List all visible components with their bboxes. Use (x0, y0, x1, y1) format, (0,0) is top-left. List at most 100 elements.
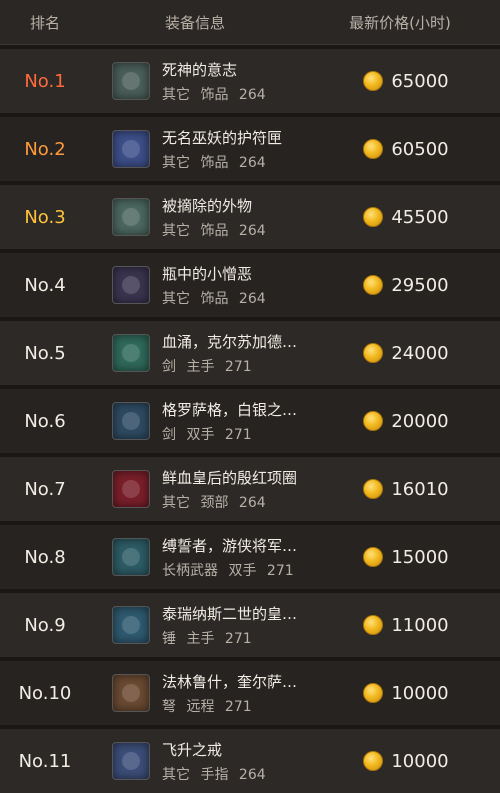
bottle-icon (112, 266, 150, 304)
item-price: 20000 (312, 411, 500, 432)
item-price: 45500 (312, 207, 500, 228)
gold-coin-icon (363, 683, 384, 703)
item-type: 其它 (162, 290, 190, 307)
item-slot: 双手 (228, 562, 257, 579)
item-name: 飞升之戒 (162, 740, 223, 759)
item-price: 15000 (312, 547, 500, 568)
item-info: 格罗萨格，白银之… 剑 双手 271 (162, 399, 312, 444)
rank-label: No.6 (24, 410, 66, 432)
item-slot: 饰品 (200, 154, 229, 171)
item-level: 271 (224, 358, 252, 375)
ranking-row[interactable]: No.11 飞升之戒 其它 手指 264 10000 (0, 729, 500, 793)
armor-icon (112, 198, 150, 236)
item-type: 其它 (162, 766, 190, 783)
item-level: 271 (224, 630, 252, 647)
item-price: 10000 (312, 683, 500, 704)
item-info: 泰瑞纳斯二世的皇… 锤 主手 271 (162, 603, 312, 648)
spike-gem-icon (112, 130, 150, 168)
item-name: 无名巫妖的护符匣 (162, 128, 283, 147)
sword-icon (112, 334, 150, 372)
item-level: 271 (266, 562, 294, 579)
item-info: 血涌，克尔苏加德… 剑 主手 271 (162, 331, 312, 376)
ranking-row[interactable]: No.1 死神的意志 其它 饰品 264 65000 (0, 49, 500, 113)
item-slot: 颈部 (200, 494, 229, 511)
ranking-row[interactable]: No.7 鲜血皇后的殷红项圈 其它 颈部 264 16010 (0, 457, 500, 521)
price-value: 60500 (391, 138, 449, 160)
rank-label: No.10 (18, 682, 72, 704)
crossbow-icon (112, 674, 150, 712)
ranking-row[interactable]: No.9 泰瑞纳斯二世的皇… 锤 主手 271 11000 (0, 593, 500, 657)
price-value: 15000 (391, 546, 449, 568)
greatsword-icon (112, 402, 150, 440)
item-level: 264 (238, 86, 266, 103)
item-meta: 剑 双手 271 (162, 424, 312, 444)
gold-coin-icon (363, 615, 384, 635)
rank-label: No.11 (18, 750, 72, 772)
price-value: 10000 (391, 682, 449, 704)
mace-icon (112, 606, 150, 644)
item-type: 其它 (162, 494, 190, 511)
price-value: 24000 (391, 342, 449, 364)
item-meta: 其它 饰品 264 (162, 220, 312, 240)
item-slot: 主手 (186, 630, 215, 647)
item-info: 鲜血皇后的殷红项圈 其它 颈部 264 (162, 467, 312, 512)
price-value: 16010 (391, 478, 449, 500)
ranking-row[interactable]: No.4 瓶中的小憎恶 其它 饰品 264 29500 (0, 253, 500, 317)
item-meta: 长柄武器 双手 271 (162, 560, 312, 580)
ruby-necklace-icon (112, 470, 150, 508)
item-name: 缚誓者，游侠将军… (162, 536, 298, 555)
price-value: 65000 (391, 70, 449, 92)
item-info: 瓶中的小憎恶 其它 饰品 264 (162, 263, 312, 308)
item-name: 死神的意志 (162, 60, 238, 79)
item-slot: 远程 (186, 698, 215, 715)
item-info: 缚誓者，游侠将军… 长柄武器 双手 271 (162, 535, 312, 580)
ranking-row[interactable]: No.8 缚誓者，游侠将军… 长柄武器 双手 271 15000 (0, 525, 500, 589)
item-price: 60500 (312, 139, 500, 160)
rank-label: No.4 (24, 274, 66, 296)
item-level: 264 (238, 766, 266, 783)
rank-label: No.8 (24, 546, 66, 568)
rank-label: No.2 (24, 138, 66, 160)
item-name: 泰瑞纳斯二世的皇… (162, 604, 298, 623)
item-name: 瓶中的小憎恶 (162, 264, 253, 283)
gold-coin-icon (363, 71, 384, 91)
item-info: 法林鲁什，奎尔萨… 弩 远程 271 (162, 671, 312, 716)
item-meta: 锤 主手 271 (162, 628, 312, 648)
item-meta: 其它 饰品 264 (162, 288, 312, 308)
item-name: 鲜血皇后的殷红项圈 (162, 468, 298, 487)
price-value: 20000 (391, 410, 449, 432)
item-type: 长柄武器 (162, 562, 218, 579)
item-name: 格罗萨格，白银之… (162, 400, 298, 419)
gold-coin-icon (363, 547, 384, 567)
header-latest-price: 最新价格(小时) (349, 13, 451, 32)
ranking-row[interactable]: No.10 法林鲁什，奎尔萨… 弩 远程 271 10000 (0, 661, 500, 725)
ring-icon (112, 742, 150, 780)
rank-label: No.5 (24, 342, 66, 364)
price-value: 11000 (391, 614, 449, 636)
item-meta: 其它 饰品 264 (162, 84, 312, 104)
item-info: 被摘除的外物 其它 饰品 264 (162, 195, 312, 240)
item-level: 264 (238, 494, 266, 511)
ranking-row[interactable]: No.2 无名巫妖的护符匣 其它 饰品 264 60500 (0, 117, 500, 181)
item-type: 剑 (162, 426, 176, 443)
item-level: 264 (238, 222, 266, 239)
gold-coin-icon (363, 411, 384, 431)
item-meta: 剑 主手 271 (162, 356, 312, 376)
item-type: 弩 (162, 698, 176, 715)
item-level: 264 (238, 290, 266, 307)
ranking-row[interactable]: No.3 被摘除的外物 其它 饰品 264 45500 (0, 185, 500, 249)
item-price: 29500 (312, 275, 500, 296)
gold-coin-icon (363, 751, 384, 771)
item-price: 11000 (312, 615, 500, 636)
item-slot: 双手 (186, 426, 215, 443)
item-slot: 饰品 (200, 222, 229, 239)
table-header: 排名 装备信息 最新价格(小时) (0, 0, 500, 45)
polearm-icon (112, 538, 150, 576)
gold-coin-icon (363, 207, 384, 227)
header-rank: 排名 (29, 13, 60, 32)
ranking-row[interactable]: No.5 血涌，克尔苏加德… 剑 主手 271 24000 (0, 321, 500, 385)
item-name: 血涌，克尔苏加德… (162, 332, 298, 351)
rank-label: No.7 (24, 478, 66, 500)
gold-coin-icon (363, 343, 384, 363)
ranking-row[interactable]: No.6 格罗萨格，白银之… 剑 双手 271 20000 (0, 389, 500, 453)
